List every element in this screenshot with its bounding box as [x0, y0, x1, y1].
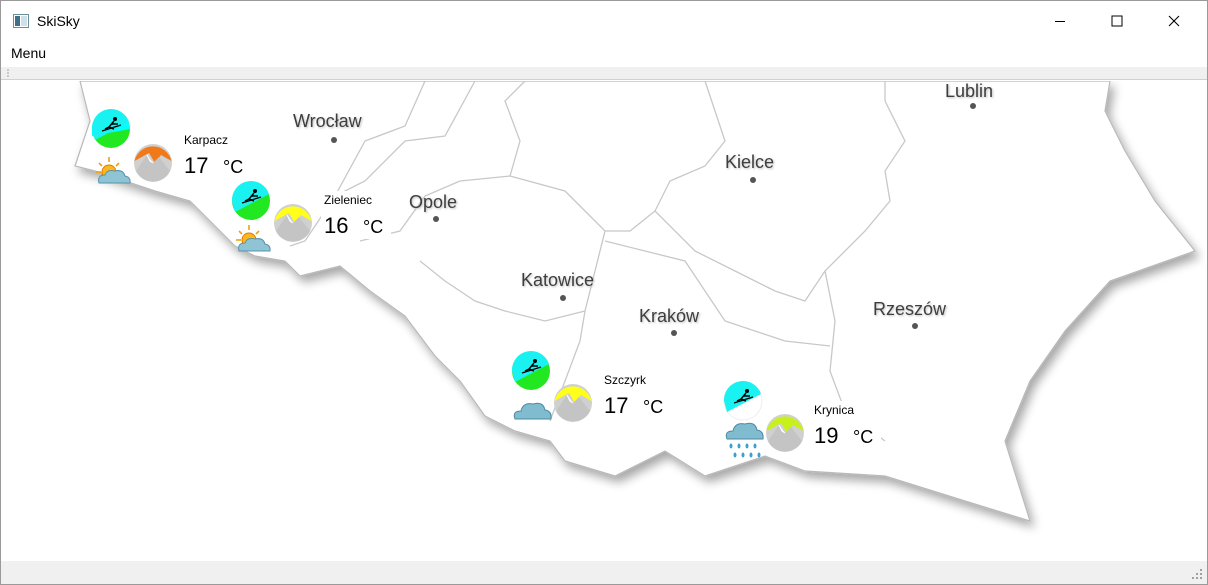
city-marker: [750, 177, 756, 183]
resort-name: Krynica: [814, 403, 855, 417]
ski-slope-icon: [723, 381, 763, 421]
menu-button[interactable]: Menu: [11, 45, 46, 61]
ski-slope-icon: [91, 109, 130, 148]
cloud-icon: [513, 402, 552, 420]
mountain-orange-icon: [134, 144, 172, 182]
city-marker: [912, 323, 918, 329]
status-bar: [1, 561, 1207, 584]
city-label-wroclaw: Wrocław: [293, 111, 362, 131]
window-title: SkiSky: [37, 13, 80, 29]
city-label-opole: Opole: [409, 192, 458, 212]
resort-label-szczyrk: Szczyrk 17 °C: [601, 371, 671, 419]
temperature-unit: °C: [643, 397, 664, 417]
city-marker: [433, 216, 439, 222]
toolbar-grip-icon[interactable]: [7, 69, 9, 77]
close-button[interactable]: [1145, 1, 1203, 41]
toolbar: [1, 67, 1207, 80]
temperature-unit: °C: [363, 217, 384, 237]
resort-name: Szczyrk: [604, 373, 646, 387]
city-label-krakow: Kraków: [639, 306, 700, 326]
close-icon: [1168, 15, 1180, 27]
ski-slope-icon: [231, 181, 270, 220]
app-window: SkiSky Menu Wrocław Opole Katowice Krakó…: [0, 0, 1208, 585]
city-label-rzeszow: Rzeszów: [873, 299, 947, 319]
resort-temperature: 17: [604, 393, 629, 418]
maximize-button[interactable]: [1088, 1, 1146, 41]
resize-grip-icon[interactable]: [1191, 568, 1203, 580]
city-marker: [671, 330, 677, 336]
title-bar[interactable]: SkiSky: [1, 1, 1207, 41]
mountain-yellow-icon: [554, 384, 592, 422]
maximize-icon: [1111, 15, 1123, 27]
resort-label-karpacz: Karpacz 17 °C: [181, 131, 251, 179]
mountain-lime-icon: [766, 414, 804, 452]
resort-temperature: 19: [814, 423, 839, 448]
city-marker: [970, 103, 976, 109]
ski-slope-icon: [511, 351, 550, 390]
map-view[interactable]: Wrocław Opole Katowice Kraków Kielce Lub…: [5, 81, 1205, 561]
sun-behind-cloud-icon: [236, 225, 271, 252]
resort-name: Karpacz: [184, 133, 229, 147]
minimize-button[interactable]: [1031, 1, 1089, 41]
resort-label-krynica: Krynica 19 °C: [811, 401, 881, 449]
city-label-kielce: Kielce: [725, 152, 775, 172]
resort-temperature: 16: [324, 213, 349, 238]
app-icon: [13, 14, 29, 28]
temperature-unit: °C: [853, 427, 874, 447]
resort-name: Zieleniec: [324, 193, 373, 207]
city-marker: [560, 295, 566, 301]
rain-cloud-icon: [725, 422, 764, 458]
sun-behind-cloud-icon: [96, 157, 131, 184]
minimize-icon: [1055, 21, 1065, 22]
city-label-lublin: Lublin: [945, 81, 994, 101]
mountain-yellow-icon: [274, 204, 312, 242]
menu-bar: Menu: [1, 41, 1207, 67]
resort-label-zieleniec: Zieleniec 16 °C: [321, 191, 391, 239]
city-label-katowice: Katowice: [521, 270, 595, 290]
temperature-unit: °C: [223, 157, 244, 177]
city-marker: [331, 137, 337, 143]
resort-temperature: 17: [184, 153, 209, 178]
